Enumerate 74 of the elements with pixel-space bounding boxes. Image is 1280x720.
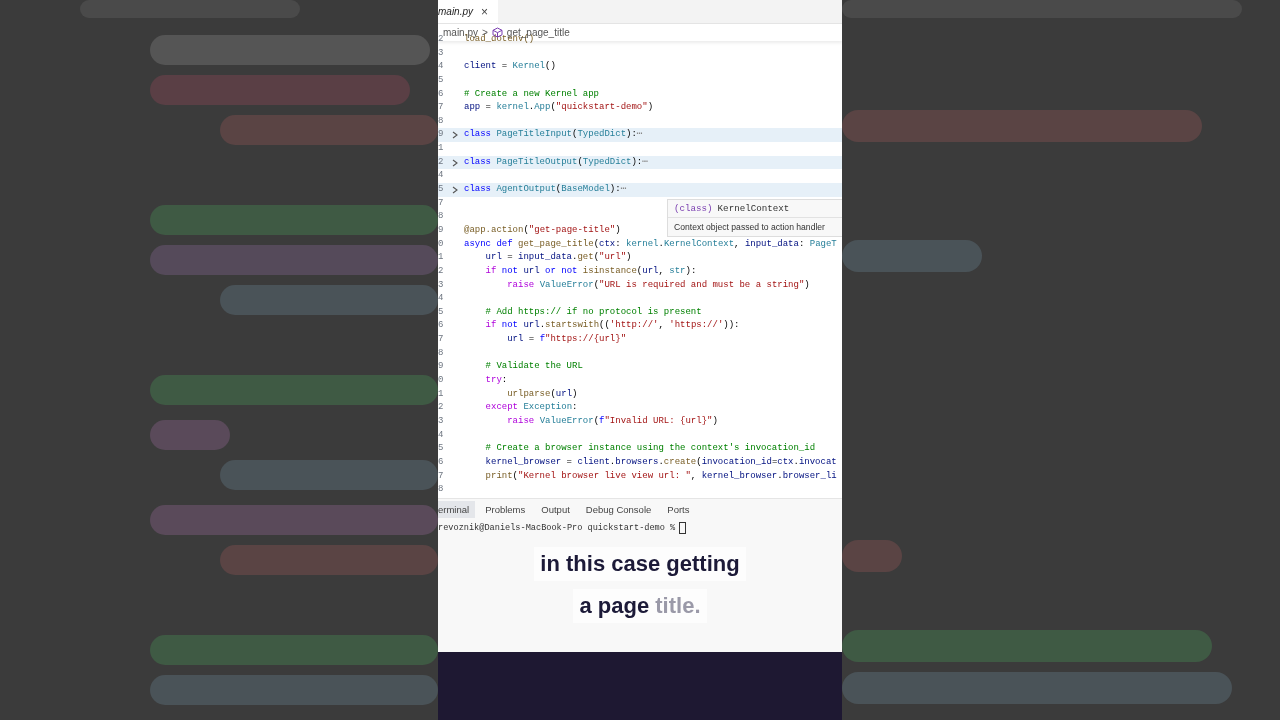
- line-number: 2: [438, 401, 445, 415]
- code-line: class AgentOutput(BaseModel):⋯: [464, 183, 627, 197]
- line-number: 8: [438, 210, 445, 224]
- code-line: async def get_page_title(ctx: kernel.KernelContext, input_data: PageT: [464, 237, 837, 251]
- caption-text: title.: [655, 593, 701, 619]
- code-line: # Add https:// if no protocol is present: [484, 305, 702, 319]
- line-number: 1: [438, 251, 445, 265]
- line-number: 9: [438, 128, 445, 142]
- line-number: 6: [438, 87, 445, 101]
- line-number: 4: [438, 60, 445, 74]
- line-number: 8: [438, 114, 445, 128]
- line-number: 7: [438, 469, 445, 483]
- line-number: 5: [438, 305, 445, 319]
- code-line: if not url.startswith(('http://', 'https://')):: [484, 319, 740, 333]
- line-number: 3: [438, 414, 445, 428]
- line-number: 2: [438, 33, 444, 46]
- code-line: raise ValueError("URL is required and must be a string"): [506, 278, 810, 292]
- chevron-right-icon: [451, 185, 458, 194]
- signature-name: KernelContext: [717, 203, 790, 214]
- line-number: 3: [438, 278, 445, 292]
- caption-text: in this case getting: [540, 551, 740, 577]
- code-line: try:: [484, 374, 508, 387]
- line-number: 1: [438, 142, 445, 156]
- editor-tab[interactable]: main.py ×: [438, 0, 499, 23]
- code-line: @app.action("get-page-title"): [464, 223, 621, 237]
- panel-tab[interactable]: Ports: [661, 500, 696, 518]
- panel-tab[interactable]: Problems: [479, 500, 532, 518]
- line-number: 0: [438, 374, 445, 387]
- code-line: kernel_browser = client.browsers.create(invocation_id=ctx.invocat: [484, 455, 837, 469]
- line-number: 9: [438, 360, 445, 374]
- line-number: 4: [438, 428, 445, 442]
- code-line: # Validate the URL: [484, 360, 583, 374]
- line-number: 7: [438, 333, 445, 347]
- line-number: 5: [438, 73, 445, 87]
- code-line: except Exception:: [484, 401, 578, 415]
- panel-tab[interactable]: Output: [535, 500, 576, 518]
- line-number: 9: [438, 223, 445, 237]
- line-number: 7: [438, 196, 445, 210]
- code-line: url = input_data.get("url"): [484, 251, 632, 265]
- line-number: 2: [438, 155, 445, 169]
- line-number: 5: [438, 442, 445, 456]
- chevron-right-icon: [451, 131, 458, 140]
- line-number: 4: [438, 169, 445, 183]
- tooltip-description: Context object passed to action handler: [673, 221, 826, 234]
- code-line: urlparse(url): [506, 387, 578, 401]
- code-line: class PageTitleOutput(TypedDict):⋯: [464, 155, 648, 169]
- code-line: class PageTitleInput(TypedDict):⋯: [464, 128, 643, 142]
- line-number: 8: [438, 346, 445, 360]
- code-line: # Create a browser instance using the context's invocation_id: [484, 442, 816, 456]
- code-line: raise ValueError(f"Invalid URL: {url}"): [506, 414, 718, 428]
- code-line: print("Kernel browser live view url: ", kernel_browser.browser_li: [484, 469, 837, 483]
- line-number: 2: [438, 264, 445, 278]
- code-line: if not url or not isinstance(url, str):: [484, 264, 697, 278]
- line-number: 5: [438, 183, 445, 197]
- close-icon[interactable]: ×: [481, 4, 489, 19]
- signature-keyword: (class): [674, 203, 713, 214]
- panel-tab[interactable]: Debug Console: [579, 500, 658, 518]
- code-line: # Create a new Kernel app: [464, 87, 600, 101]
- terminal-prompt: revoznik@Daniels-MacBook-Pro quickstart-demo %: [438, 523, 676, 533]
- line-number: 4: [438, 292, 445, 306]
- line-number: 7: [438, 101, 445, 115]
- line-number: 6: [438, 319, 445, 333]
- line-number: 6: [438, 455, 445, 469]
- line-number: 8: [438, 483, 445, 497]
- code-line: app = kernel.App("quickstart-demo"): [464, 101, 654, 115]
- caption-text: a page: [579, 593, 651, 619]
- code-line: client = Kernel(): [464, 60, 556, 74]
- line-number: 1: [438, 387, 445, 401]
- line-number: 3: [438, 46, 445, 60]
- code-line: url = f"https://{url}": [506, 333, 627, 347]
- line-number: 0: [438, 237, 445, 251]
- chevron-right-icon: [451, 158, 458, 167]
- terminal-cursor: [679, 522, 687, 534]
- panel-tab[interactable]: erminal: [438, 500, 476, 518]
